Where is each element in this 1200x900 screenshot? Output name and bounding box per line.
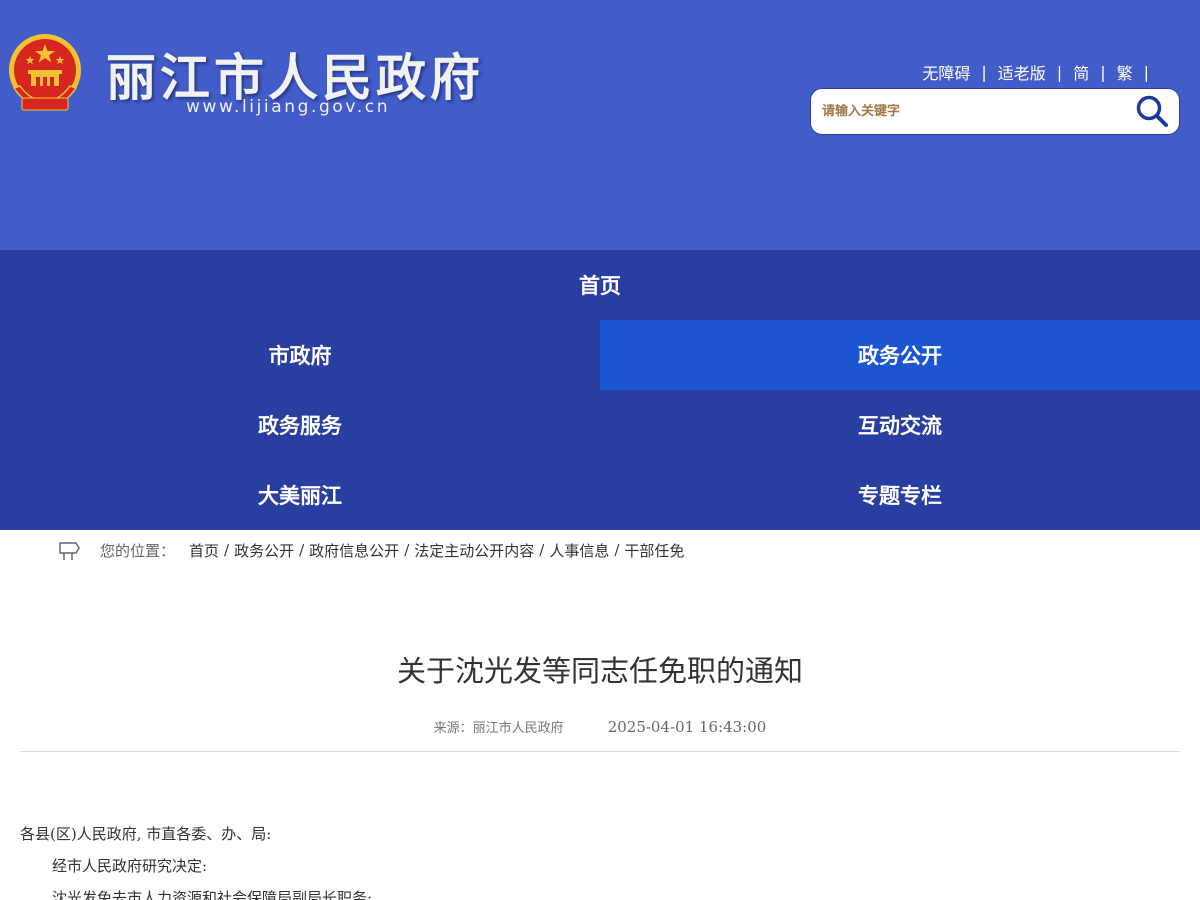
- article-body: 各县(区)人民政府, 市直各委、办、局: 经市人民政府研究决定: 沈光发免去市人…: [20, 818, 1180, 900]
- separator: |: [1143, 62, 1149, 82]
- national-emblem-icon[interactable]: [6, 32, 84, 114]
- breadcrumb-cadre-appointments[interactable]: 干部任免: [624, 540, 684, 561]
- article-title: 关于沈光发等同志任免职的通知: [396, 654, 803, 688]
- breadcrumb-separator: /: [224, 541, 230, 559]
- separator: |: [1056, 62, 1063, 82]
- site-domain: www.lijiang.gov.cn: [186, 97, 391, 117]
- article-source: 来源：丽江市人民政府: [433, 721, 564, 736]
- article-paragraph: 经市人民政府研究决定:: [52, 857, 208, 875]
- nav-item-beautiful-lijiang[interactable]: 大美丽江: [0, 460, 600, 530]
- search-icon[interactable]: [1135, 94, 1169, 128]
- article-paragraph: 各县(区)人民政府, 市直各委、办、局:: [20, 825, 272, 843]
- separator: |: [1100, 62, 1106, 82]
- separator: |: [981, 62, 987, 82]
- breadcrumb-separator: /: [539, 541, 545, 559]
- accessibility-link[interactable]: 无障碍: [922, 60, 970, 84]
- top-links: 无障碍 | 适老版 | 简 | 繁 |: [922, 60, 1160, 84]
- article-date: 2025-04-01 16:43:00: [607, 717, 767, 736]
- breadcrumb-home[interactable]: 首页: [189, 540, 219, 561]
- breadcrumb-label: 您的位置：: [100, 541, 176, 560]
- simplified-chinese-link[interactable]: 简: [1073, 60, 1089, 84]
- nav-item-home[interactable]: 首页: [0, 250, 1200, 320]
- main-nav: 首页 市政府 政务公开 政务服务 互动交流 大美丽江 专题专栏: [0, 250, 1200, 530]
- breadcrumb-statutory-content[interactable]: 法定主动公开内容: [414, 540, 534, 561]
- nav-item-city-government[interactable]: 市政府: [0, 320, 600, 390]
- elderly-mode-link[interactable]: 适老版: [998, 60, 1046, 84]
- nav-item-government-affairs-disclosure[interactable]: 政务公开: [600, 320, 1200, 390]
- article-meta: 来源：丽江市人民政府 2025-04-01 16:43:00: [0, 717, 1200, 737]
- breadcrumb: 您的位置： 首页 / 政务公开 / 政府信息公开 / 法定主动公开内容 / 人事…: [58, 538, 684, 562]
- breadcrumb-separator: /: [404, 541, 410, 559]
- search-input[interactable]: [822, 104, 1122, 119]
- breadcrumb-info-disclosure[interactable]: 政府信息公开: [309, 540, 399, 561]
- breadcrumb-personnel-info[interactable]: 人事信息: [549, 540, 609, 561]
- site-header: 丽江市人民政府 www.lijiang.gov.cn 无障碍 | 适老版 | 简…: [0, 0, 1200, 250]
- article-paragraph: 沈光发免去市人力资源和社会保障局副局长职务;: [52, 889, 373, 900]
- nav-item-special-topics[interactable]: 专题专栏: [600, 460, 1200, 530]
- signpost-icon: [59, 542, 80, 560]
- traditional-chinese-link[interactable]: 繁: [1117, 60, 1133, 84]
- breadcrumb-separator: /: [614, 541, 620, 559]
- breadcrumb-separator: /: [299, 541, 305, 559]
- search-box: [810, 88, 1180, 135]
- breadcrumb-government-affairs[interactable]: 政务公开: [234, 540, 294, 561]
- nav-item-interaction[interactable]: 互动交流: [600, 390, 1200, 460]
- nav-item-government-services[interactable]: 政务服务: [0, 390, 600, 460]
- divider: [20, 751, 1180, 752]
